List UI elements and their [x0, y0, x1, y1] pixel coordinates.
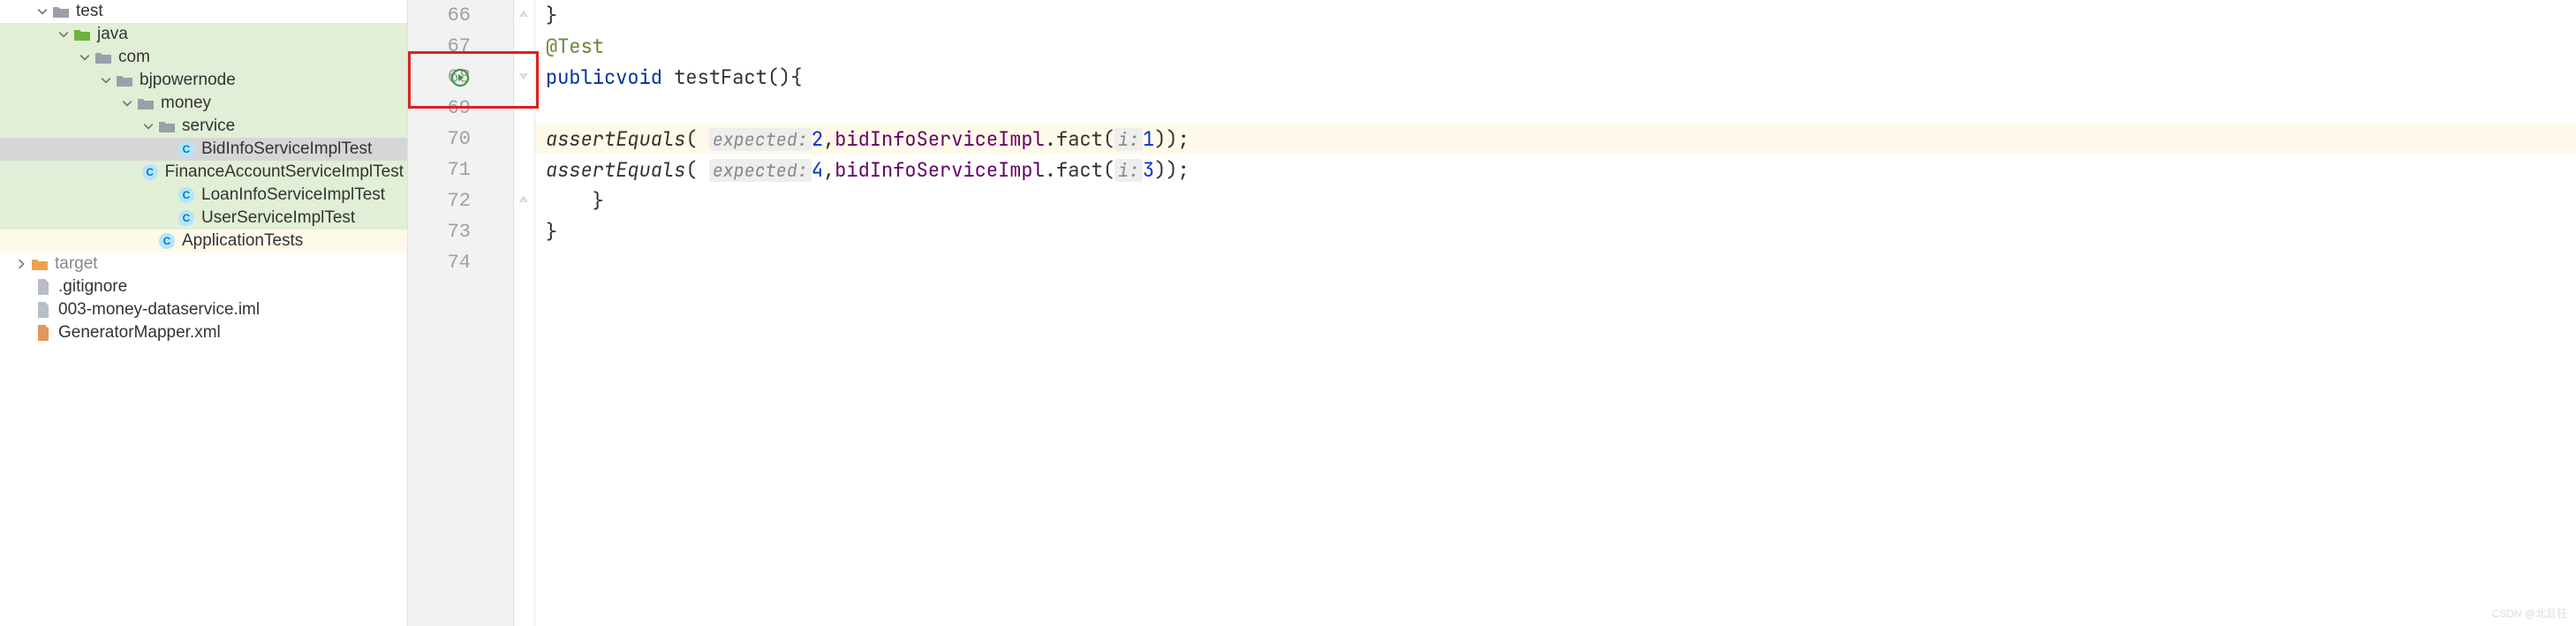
tree-item-money[interactable]: money: [0, 92, 407, 115]
chevron-down-icon[interactable]: [120, 96, 134, 110]
code-line[interactable]: [535, 247, 2576, 278]
inline-hint: expected:: [709, 159, 812, 182]
tree-label: GeneratorMapper.xml: [58, 323, 221, 343]
watermark: CSDN @北且狂: [2491, 606, 2567, 621]
tree-item-finance[interactable]: C FinanceAccountServiceImplTest: [0, 161, 407, 184]
tree-item-user[interactable]: C UserServiceImplTest: [0, 207, 407, 230]
code-line[interactable]: }: [535, 0, 2576, 31]
line-number[interactable]: 69: [408, 93, 513, 124]
project-tree[interactable]: test java com bjpowernode money service …: [0, 0, 408, 626]
tree-label: UserServiceImplTest: [201, 208, 355, 228]
chevron-down-icon[interactable]: [78, 50, 92, 64]
tree-item-gitignore[interactable]: .gitignore: [0, 275, 407, 298]
tree-item-java[interactable]: java: [0, 23, 407, 46]
tree-item-apptests[interactable]: C ApplicationTests: [0, 230, 407, 253]
line-number[interactable]: 73: [408, 216, 513, 247]
fold-column[interactable]: [514, 0, 535, 626]
code-line[interactable]: }: [535, 216, 2576, 247]
folder-icon: [72, 25, 92, 44]
line-number[interactable]: 71: [408, 155, 513, 185]
class-icon: C: [177, 140, 196, 159]
code-area[interactable]: } @Test public void testFact(){ assertEq…: [535, 0, 2576, 626]
tree-label: test: [76, 2, 103, 21]
tree-label: .gitignore: [58, 277, 127, 297]
chevron-down-icon[interactable]: [99, 73, 113, 87]
file-icon: [34, 277, 53, 297]
code-line[interactable]: }: [535, 185, 2576, 216]
code-line[interactable]: assertEquals( expected: 2,bidInfoService…: [535, 124, 2576, 155]
class-icon: C: [140, 162, 160, 182]
tree-item-com[interactable]: com: [0, 46, 407, 69]
code-editor[interactable]: 66 67 68 69 70 71 72 73 74 } @Test publi…: [408, 0, 2576, 626]
class-icon: C: [177, 208, 196, 228]
tree-label: FinanceAccountServiceImplTest: [165, 162, 404, 182]
folder-icon: [30, 254, 49, 274]
chevron-right-icon[interactable]: [14, 257, 28, 271]
tree-label: ApplicationTests: [182, 231, 303, 251]
class-icon: C: [157, 231, 177, 251]
line-number[interactable]: 66: [408, 0, 513, 31]
tree-label: target: [55, 254, 98, 274]
tree-label: BidInfoServiceImplTest: [201, 140, 372, 159]
tree-item-target[interactable]: target: [0, 253, 407, 275]
package-icon: [157, 117, 177, 136]
xml-file-icon: [34, 323, 53, 343]
package-icon: [94, 48, 113, 67]
tree-label: com: [118, 48, 150, 67]
class-icon: C: [177, 185, 196, 205]
fold-end-icon[interactable]: [517, 5, 530, 18]
tree-item-test[interactable]: test: [0, 0, 407, 23]
gutter[interactable]: 66 67 68 69 70 71 72 73 74: [408, 0, 514, 626]
code-line[interactable]: assertEquals( expected: 4,bidInfoService…: [535, 155, 2576, 185]
tree-item-bjpowernode[interactable]: bjpowernode: [0, 69, 407, 92]
tree-label: LoanInfoServiceImplTest: [201, 185, 385, 205]
tree-label: 003-money-dataservice.iml: [58, 300, 260, 320]
fold-end-icon[interactable]: [517, 191, 530, 203]
tree-item-bidinfo[interactable]: C BidInfoServiceImplTest: [0, 138, 407, 161]
line-number[interactable]: 70: [408, 124, 513, 155]
line-number[interactable]: 72: [408, 185, 513, 216]
chevron-down-icon[interactable]: [35, 4, 49, 19]
code-line[interactable]: public void testFact(){: [535, 62, 2576, 93]
inline-hint: i:: [1114, 159, 1143, 182]
run-test-icon[interactable]: [450, 68, 470, 87]
code-line[interactable]: [535, 93, 2576, 124]
folder-icon: [51, 2, 71, 21]
tree-item-iml[interactable]: 003-money-dataservice.iml: [0, 298, 407, 321]
line-number[interactable]: 74: [408, 247, 513, 278]
line-number[interactable]: 68: [408, 62, 513, 93]
file-icon: [34, 300, 53, 320]
tree-item-service[interactable]: service: [0, 115, 407, 138]
inline-hint: expected:: [709, 128, 812, 151]
chevron-down-icon[interactable]: [57, 27, 71, 41]
tree-item-loan[interactable]: C LoanInfoServiceImplTest: [0, 184, 407, 207]
annotation: @Test: [546, 34, 604, 59]
inline-hint: i:: [1114, 128, 1143, 151]
tree-label: money: [161, 94, 211, 113]
chevron-down-icon[interactable]: [141, 119, 155, 133]
line-number[interactable]: 67: [408, 31, 513, 62]
tree-label: service: [182, 117, 235, 136]
package-icon: [136, 94, 155, 113]
tree-label: java: [97, 25, 128, 44]
code-line[interactable]: @Test: [535, 31, 2576, 62]
tree-item-genmapper[interactable]: GeneratorMapper.xml: [0, 321, 407, 344]
fold-start-icon[interactable]: [517, 67, 530, 79]
package-icon: [115, 71, 134, 90]
tree-label: bjpowernode: [140, 71, 236, 90]
